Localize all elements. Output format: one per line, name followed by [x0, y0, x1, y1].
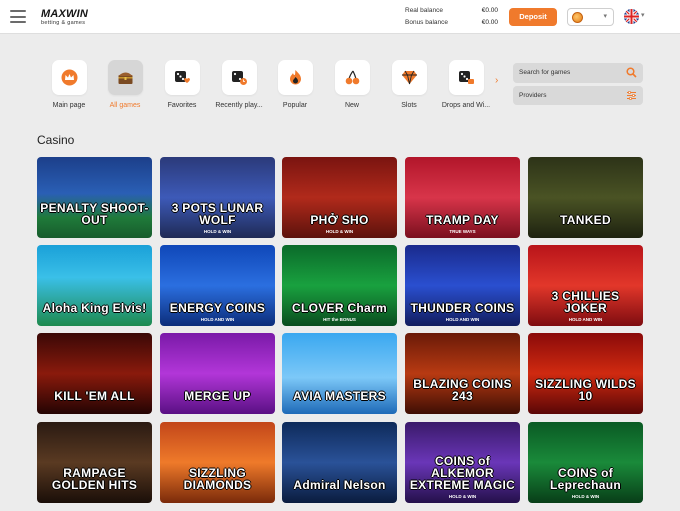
- game-subtitle: TRUE WAYS: [449, 229, 476, 234]
- search-placeholder: Search for games: [519, 69, 571, 76]
- game-title: 3 POTS LUNAR WOLF: [171, 201, 264, 227]
- dice-tag-icon: [458, 71, 474, 84]
- game-subtitle: HOLD & WIN: [203, 229, 232, 234]
- game-tile[interactable]: AVIA MASTERS: [282, 333, 397, 414]
- real-balance-value: €0.00: [481, 7, 498, 14]
- category-slots[interactable]: Slots: [384, 60, 434, 109]
- section-title: Casino: [37, 133, 75, 147]
- game-tile[interactable]: RAMPAGE GOLDEN HITS: [37, 422, 152, 503]
- game-tile[interactable]: ENERGY COINS HOLD AND WIN: [160, 245, 275, 326]
- chevron-down-icon: ▾: [603, 13, 607, 20]
- game-tile[interactable]: PHỞ SHO HOLD & WIN: [282, 157, 397, 238]
- search-input[interactable]: Search for games: [513, 63, 643, 83]
- category-label: Favorites: [167, 102, 197, 109]
- game-title: SIZZLING DIAMONDS: [183, 466, 252, 492]
- treasure-chest-icon: [118, 72, 132, 84]
- game-subtitle: HOLD AND WIN: [445, 317, 480, 322]
- game-subtitle: HOLD AND WIN: [568, 317, 603, 322]
- game-title: ENERGY COINS: [169, 301, 266, 315]
- game-tile[interactable]: SIZZLING DIAMONDS: [160, 422, 275, 503]
- category-recently-played[interactable]: Recently play...: [214, 60, 264, 109]
- hamburger-menu-icon[interactable]: [10, 10, 26, 23]
- logo-tagline: betting & games: [41, 20, 86, 26]
- game-tile[interactable]: Admiral Nelson: [282, 422, 397, 503]
- game-title: THUNDER COINS: [410, 301, 515, 315]
- deposit-button[interactable]: Deposit: [509, 8, 557, 26]
- game-title: Aloha King Elvis!: [42, 301, 147, 315]
- game-title: PHỞ SHO: [310, 213, 369, 227]
- game-title: 3 CHILLIES JOKER: [551, 289, 620, 315]
- category-all-games[interactable]: All games: [100, 60, 150, 109]
- game-title: SIZZLING WILDS 10: [535, 377, 636, 403]
- game-title: CLOVER Charm: [292, 301, 387, 315]
- game-tile[interactable]: CLOVER Charm HIT the BONUS: [282, 245, 397, 326]
- game-title: Admiral Nelson: [293, 478, 386, 492]
- account-dropdown[interactable]: ▾: [567, 8, 614, 26]
- top-bar: MAXWIN betting & games Real balance €0.0…: [0, 0, 680, 34]
- providers-filter[interactable]: Providers: [513, 86, 643, 105]
- bonus-balance-label: Bonus balance: [405, 19, 449, 26]
- logo[interactable]: MAXWIN betting & games: [41, 9, 88, 27]
- category-label: Popular: [282, 102, 308, 109]
- providers-label: Providers: [519, 92, 547, 99]
- category-drops-and-wins[interactable]: Drops and Wi...: [441, 60, 491, 109]
- game-tile[interactable]: 3 POTS LUNAR WOLF HOLD & WIN: [160, 157, 275, 238]
- game-subtitle: HOLD & WIN: [571, 494, 600, 499]
- category-label: Recently play...: [215, 102, 263, 109]
- dice-heart-icon: [174, 71, 190, 83]
- game-title: BLAZING COINS 243: [413, 377, 512, 403]
- uk-flag-icon[interactable]: [624, 9, 639, 24]
- diamond-icon: [401, 70, 417, 85]
- filter-sliders-icon: [627, 90, 636, 101]
- flame-icon: [289, 70, 301, 85]
- language-chevron-icon[interactable]: ▾: [641, 11, 645, 19]
- game-title: MERGE UP: [184, 389, 251, 403]
- game-title: TANKED: [560, 213, 611, 227]
- category-new[interactable]: New: [327, 60, 377, 109]
- game-title: COINS of ALKEMOR EXTREME MAGIC: [409, 454, 516, 492]
- game-tile[interactable]: MERGE UP: [160, 333, 275, 414]
- category-label: Slots: [401, 102, 417, 109]
- game-tile[interactable]: BLAZING COINS 243: [405, 333, 520, 414]
- search-icon: [626, 67, 637, 78]
- game-subtitle: HOLD & WIN: [325, 229, 354, 234]
- game-subtitle: HOLD AND WIN: [200, 317, 235, 322]
- category-favorites[interactable]: Favorites: [157, 60, 207, 109]
- game-tile[interactable]: KILL 'EM ALL: [37, 333, 152, 414]
- logo-text: MAXWIN: [41, 8, 89, 20]
- game-title: TRAMP DAY: [426, 213, 499, 227]
- game-tile[interactable]: COINS of ALKEMOR EXTREME MAGIC HOLD & WIN: [405, 422, 520, 503]
- game-tile[interactable]: 3 CHILLIES JOKER HOLD AND WIN: [528, 245, 643, 326]
- real-balance-label: Real balance: [405, 7, 443, 14]
- category-popular[interactable]: Popular: [270, 60, 320, 109]
- category-label: Drops and Wi...: [441, 102, 491, 109]
- game-title: COINS of Leprechaun: [549, 466, 621, 492]
- bonus-balance-value: €0.00: [481, 19, 498, 26]
- avatar-coin-icon: [572, 12, 583, 23]
- dice-clock-icon: [231, 71, 247, 85]
- game-subtitle: HOLD & WIN: [448, 494, 477, 499]
- game-tile[interactable]: COINS of Leprechaun HOLD & WIN: [528, 422, 643, 503]
- game-tile[interactable]: THUNDER COINS HOLD AND WIN: [405, 245, 520, 326]
- category-label: All games: [109, 102, 141, 109]
- category-label: New: [344, 102, 359, 109]
- game-title: KILL 'EM ALL: [54, 389, 135, 403]
- game-tile[interactable]: Aloha King Elvis!: [37, 245, 152, 326]
- cherries-icon: [345, 70, 359, 85]
- game-tile[interactable]: TRAMP DAY TRUE WAYS: [405, 157, 520, 238]
- crown-icon: [61, 69, 77, 86]
- game-subtitle: HIT the BONUS: [323, 317, 356, 322]
- category-main-page[interactable]: Main page: [44, 60, 94, 109]
- game-tile[interactable]: TANKED: [528, 157, 643, 238]
- game-title: PENALTY SHOOT-OUT: [40, 201, 149, 227]
- game-tile[interactable]: PENALTY SHOOT-OUT: [37, 157, 152, 238]
- chevron-right-icon[interactable]: ›: [495, 75, 498, 86]
- game-title: AVIA MASTERS: [293, 389, 386, 403]
- game-title: RAMPAGE GOLDEN HITS: [51, 466, 138, 492]
- category-label: Main page: [52, 102, 86, 109]
- game-tile[interactable]: SIZZLING WILDS 10: [528, 333, 643, 414]
